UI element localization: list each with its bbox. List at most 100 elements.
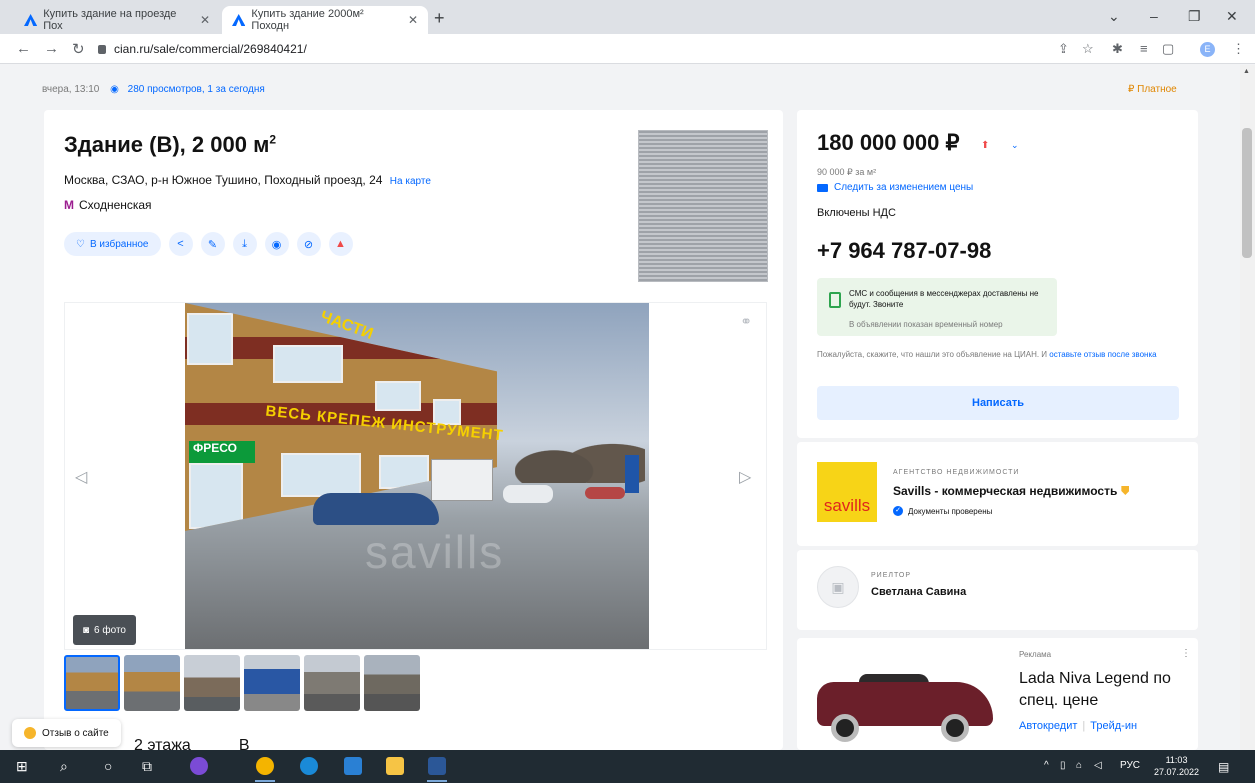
metro-station: М Сходненская xyxy=(64,198,152,212)
url-text: cian.ru/sale/commercial/269840421/ xyxy=(114,42,307,56)
notifications-icon[interactable]: ▤ xyxy=(1218,760,1229,774)
realtor-avatar-icon[interactable]: ▣ xyxy=(817,566,859,608)
ad-links: Автокредит | Трейд-ин xyxy=(1019,720,1138,732)
compare-icon: ◉ xyxy=(271,238,282,251)
language-indicator[interactable]: РУС xyxy=(1120,760,1140,771)
reading-list-icon[interactable]: ≡ xyxy=(1140,41,1148,56)
price-dropdown-icon[interactable]: ⌄ xyxy=(1011,140,1019,151)
close-tab-icon[interactable]: ✕ xyxy=(408,13,418,27)
address-bar[interactable]: cian.ru/sale/commercial/269840421/ xyxy=(98,38,1148,60)
scroll-up-icon[interactable]: ▲ xyxy=(1243,68,1250,75)
bookmark-star-icon[interactable]: ☆ xyxy=(1082,41,1094,57)
ad-link-tradein[interactable]: Трейд-ин xyxy=(1090,720,1137,732)
tray-chevron-icon[interactable]: ^ xyxy=(1044,760,1049,771)
close-tab-icon[interactable]: ✕ xyxy=(200,13,210,27)
copy-link-icon[interactable]: ⚭ xyxy=(740,313,752,330)
compare-button[interactable]: ◉ xyxy=(264,232,289,256)
follow-price-link[interactable]: Следить за изменением цены xyxy=(817,182,973,193)
close-window-button[interactable]: ✕ xyxy=(1226,8,1238,25)
ad-menu-icon[interactable]: ⋮ xyxy=(1181,648,1191,659)
warning-icon: ▲ xyxy=(335,238,346,250)
menu-icon[interactable]: ⋮ xyxy=(1232,41,1245,57)
cortana-icon[interactable]: ○ xyxy=(104,758,112,774)
phone-icon xyxy=(829,292,841,308)
photo-thumbnail[interactable] xyxy=(304,655,360,711)
network-icon[interactable]: ⌂ xyxy=(1076,760,1082,771)
download-button[interactable]: ⤓ xyxy=(232,232,257,256)
map-link[interactable]: На карте xyxy=(390,176,431,187)
ad-link-credit[interactable]: Автокредит xyxy=(1019,720,1077,732)
search-icon[interactable]: ⌕ xyxy=(60,758,68,775)
hide-button[interactable]: ⊘ xyxy=(296,232,321,256)
ad-title[interactable]: Lada Niva Legend по спец. цене xyxy=(1019,668,1189,712)
views-link[interactable]: 280 просмотров, 1 за сегодня xyxy=(128,84,265,95)
vat-info: Включены НДС xyxy=(817,207,896,219)
new-tab-button[interactable]: + xyxy=(434,8,445,29)
metro-name[interactable]: Сходненская xyxy=(79,198,152,212)
agency-kicker: АГЕНТСТВО НЕДВИЖИМОСТИ xyxy=(893,469,1020,476)
tab-search-icon[interactable]: ⌄ xyxy=(1108,8,1120,25)
share-button[interactable]: < xyxy=(168,232,193,256)
browser-tab-2[interactable]: Купить здание 2000м² Походн ✕ xyxy=(222,6,428,34)
smile-icon xyxy=(24,727,36,739)
edge-icon[interactable] xyxy=(300,757,318,775)
write-button[interactable]: Написать xyxy=(817,386,1179,420)
sms-warning: СМС и сообщения в мессенджерах доставлен… xyxy=(817,278,1057,336)
edit-button[interactable]: ✎ xyxy=(200,232,225,256)
clock-date: 27.07.2022 xyxy=(1154,767,1200,777)
savills-logo[interactable]: savills xyxy=(817,462,877,522)
listing-actions: ♡ В избранное < ✎ ⤓ ◉ ⊘ ▲ xyxy=(64,232,353,256)
leave-review-link[interactable]: оставьте отзыв после звонка xyxy=(1049,350,1156,359)
task-view-icon[interactable]: ⧉ xyxy=(142,758,152,775)
phone-number[interactable]: +7 964 787-07-98 xyxy=(817,238,991,264)
windows-start-icon[interactable]: ⊞ xyxy=(16,758,28,775)
tab-title: Купить здание 2000м² Походн xyxy=(251,8,364,32)
price-card: 180 000 000 ₽ ⬆ ⌄ 90 000 ₽ за м² Следить… xyxy=(797,110,1198,438)
photo-thumbnail[interactable] xyxy=(364,655,420,711)
word-icon[interactable] xyxy=(428,757,446,775)
feedback-button[interactable]: Отзыв о сайте xyxy=(12,719,121,747)
photo-thumbnail[interactable] xyxy=(184,655,240,711)
envelope-icon xyxy=(817,183,828,192)
agency-name[interactable]: Savills - коммерческая недвижимость xyxy=(893,484,1130,498)
main-photo[interactable]: ЧАСТИ ВЕСЬ КРЕПЕЖ ИНСТРУМЕНТ ФРЕСО savil… xyxy=(185,303,649,649)
browser-tab-1[interactable]: Купить здание на проезде Пох ✕ xyxy=(14,6,220,34)
file-explorer-icon[interactable] xyxy=(386,757,404,775)
taskbar-clock[interactable]: 11:03 27.07.2022 xyxy=(1154,754,1199,778)
hide-icon: ⊘ xyxy=(303,238,314,251)
mention-cian-note: Пожалуйста, скажите, что нашли это объяв… xyxy=(817,350,1157,359)
photo-thumbnail[interactable] xyxy=(64,655,120,711)
share-icon[interactable]: ⇪ xyxy=(1058,41,1069,57)
realtor-card: ▣ РИЕЛТОР Светлана Савина xyxy=(797,550,1198,630)
report-button[interactable]: ▲ xyxy=(328,232,353,256)
photo-count-badge[interactable]: ◙ 6 фото xyxy=(73,615,136,645)
volume-icon[interactable]: ◁ xyxy=(1094,760,1102,771)
side-panel-icon[interactable]: ▢ xyxy=(1162,41,1174,57)
favorite-button[interactable]: ♡ В избранное xyxy=(64,232,161,256)
reload-icon[interactable]: ↻ xyxy=(72,40,85,58)
prev-photo-icon[interactable]: ◁ xyxy=(75,467,87,487)
extensions-icon[interactable]: ✱ xyxy=(1112,41,1123,57)
scrollbar-thumb[interactable] xyxy=(1242,128,1252,258)
profile-avatar[interactable]: E xyxy=(1200,42,1215,57)
red-car xyxy=(585,487,625,499)
photo-thumbnails xyxy=(64,655,420,711)
minimize-button[interactable]: – xyxy=(1150,8,1158,24)
back-icon[interactable]: ← xyxy=(16,40,31,57)
realtor-name[interactable]: Светлана Савина xyxy=(871,586,966,598)
battery-icon[interactable]: ▯ xyxy=(1060,760,1066,771)
publish-date: вчера, 13:10 xyxy=(42,84,100,95)
store-icon[interactable] xyxy=(344,757,362,775)
app-icon-purple[interactable] xyxy=(190,757,208,775)
price: 180 000 000 ₽ xyxy=(817,130,960,155)
chrome-icon[interactable] xyxy=(256,757,274,775)
forward-icon[interactable]: → xyxy=(44,40,59,57)
next-photo-icon[interactable]: ▷ xyxy=(739,467,751,487)
windows-taskbar: ⊞ ⌕ ○ ⧉ ^ ▯ ⌂ ◁ РУС 11:03 27.07.2022 ▤ xyxy=(0,750,1255,783)
sms-warning-text: СМС и сообщения в мессенджерах доставлен… xyxy=(849,289,1039,309)
price-up-icon[interactable]: ⬆ xyxy=(981,140,989,151)
photo-thumbnail[interactable] xyxy=(124,655,180,711)
photo-thumbnail[interactable] xyxy=(244,655,300,711)
restore-button[interactable]: ❐ xyxy=(1188,8,1201,25)
advertisement-card[interactable]: Реклама ⋮ Lada Niva Legend по спец. цене… xyxy=(797,638,1198,750)
